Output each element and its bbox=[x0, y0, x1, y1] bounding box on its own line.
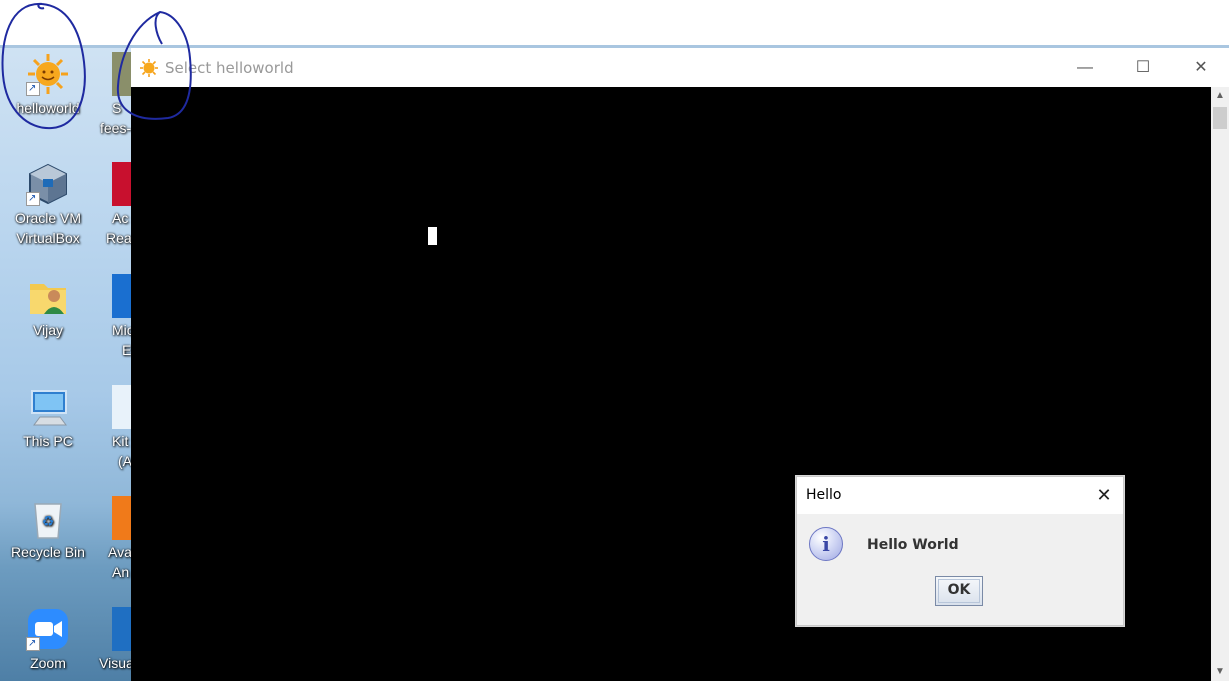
desktop-icon-label: Zoom bbox=[30, 655, 66, 671]
computer-icon bbox=[26, 385, 70, 429]
info-icon: i bbox=[809, 527, 843, 561]
desktop-icon-clipped[interactable]: S fees- bbox=[100, 52, 131, 138]
minimize-button[interactable]: — bbox=[1055, 48, 1115, 87]
desktop-icon-helloworld[interactable]: helloworld bbox=[0, 52, 96, 118]
desktop-icon-label: Recycle Bin bbox=[11, 544, 85, 560]
file-icon bbox=[112, 52, 131, 96]
desktop-icon-label: Vijay bbox=[32, 322, 64, 338]
desktop-icon-zoom[interactable]: Zoom bbox=[0, 607, 96, 673]
scrollbar-thumb[interactable] bbox=[1213, 107, 1227, 129]
maximize-button[interactable]: ☐ bbox=[1113, 48, 1173, 87]
vertical-scrollbar[interactable]: ▲ ▼ bbox=[1211, 87, 1229, 681]
acrobat-icon bbox=[112, 162, 131, 206]
hello-dialog: Hello ✕ i Hello World OK bbox=[796, 476, 1124, 626]
desktop-icon-label: Ava bbox=[108, 544, 131, 560]
desktop-icon-this-pc[interactable]: This PC bbox=[0, 385, 96, 451]
desktop-icon-clipped[interactable]: Visua bbox=[99, 607, 131, 673]
desktop-icon-label-line2: Rea bbox=[106, 230, 131, 246]
desktop-icon-clipped[interactable]: Kit (A bbox=[112, 385, 131, 471]
window-title: Select helloworld bbox=[165, 59, 294, 77]
avast-icon bbox=[112, 496, 131, 540]
desktop-icon-recycle-bin[interactable]: ♻ Recycle Bin bbox=[0, 496, 96, 562]
desktop-icon-label: S bbox=[112, 100, 122, 116]
dialog-titlebar[interactable]: Hello ✕ bbox=[797, 477, 1123, 514]
sun-icon bbox=[139, 58, 159, 78]
desktop-icon-label: helloworld bbox=[16, 100, 80, 116]
edge-icon bbox=[112, 274, 131, 318]
scroll-up-button[interactable]: ▲ bbox=[1211, 87, 1229, 105]
shortcut-arrow-icon bbox=[26, 189, 40, 209]
desktop-icon-clipped[interactable]: Ava An bbox=[108, 496, 131, 582]
sun-icon bbox=[26, 52, 70, 99]
desktop-icon-clipped[interactable]: Ac Rea bbox=[106, 162, 131, 248]
vscode-icon bbox=[112, 607, 131, 651]
ok-button[interactable]: OK bbox=[935, 576, 983, 606]
dialog-message: Hello World bbox=[867, 537, 959, 553]
text-cursor bbox=[428, 227, 437, 245]
desktop-icon-label: Kit bbox=[112, 433, 129, 449]
desktop-icon-label-line2: (A bbox=[118, 453, 131, 469]
user-folder-icon bbox=[26, 274, 70, 318]
desktop-icon-label-line2: E bbox=[122, 342, 131, 358]
desktop-icon-label: Oracle VM bbox=[14, 210, 82, 226]
background-window-strip bbox=[0, 0, 1229, 45]
scroll-down-button[interactable]: ▼ bbox=[1211, 663, 1229, 681]
recycle-bin-icon: ♻ bbox=[26, 496, 70, 540]
virtualbox-icon bbox=[26, 162, 70, 209]
desktop-icon-label-line2: An bbox=[112, 564, 130, 580]
desktop-icon-label-line2: fees- bbox=[100, 120, 131, 136]
dialog-close-button[interactable]: ✕ bbox=[1089, 481, 1119, 509]
desktop: helloworld Oracle VM VirtualBox Vijay bbox=[0, 48, 131, 681]
desktop-icon-vijay[interactable]: Vijay bbox=[0, 274, 96, 340]
shortcut-arrow-icon bbox=[26, 79, 40, 99]
desktop-icon-virtualbox[interactable]: Oracle VM VirtualBox bbox=[0, 162, 96, 248]
dialog-title: Hello bbox=[806, 487, 842, 503]
svg-text:♻: ♻ bbox=[42, 514, 55, 530]
desktop-icon-label: This PC bbox=[23, 433, 73, 449]
desktop-icon-label: Mic bbox=[112, 322, 131, 338]
window-titlebar[interactable]: Select helloworld — ☐ ✕ bbox=[131, 48, 1229, 87]
app-icon bbox=[112, 385, 131, 429]
desktop-icon-label: Ac bbox=[112, 210, 129, 226]
desktop-icon-clipped[interactable]: Mic E bbox=[112, 274, 131, 360]
desktop-icon-label-line2: VirtualBox bbox=[16, 230, 80, 246]
zoom-icon bbox=[26, 607, 70, 654]
shortcut-arrow-icon bbox=[26, 634, 40, 654]
desktop-icon-label: Visua bbox=[99, 655, 131, 671]
close-button[interactable]: ✕ bbox=[1171, 48, 1229, 87]
